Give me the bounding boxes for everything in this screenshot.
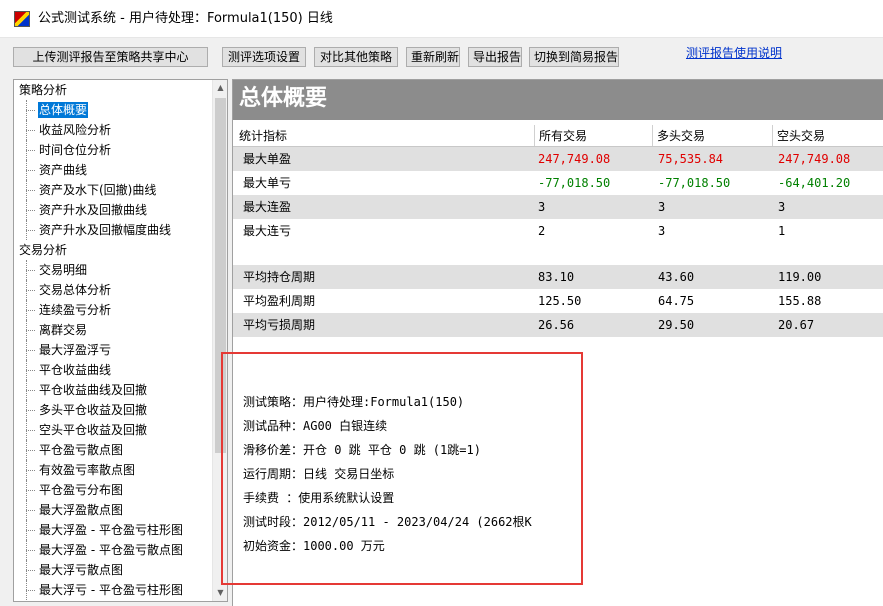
title-bar: 公式测试系统 - 用户待处理：Formula1(150) 日线 xyxy=(0,0,883,38)
panel-header: 总体概要 xyxy=(233,80,883,120)
tree-item-close-pl-curve[interactable]: 平仓收益曲线 xyxy=(14,360,212,380)
cell-value: 125.50 xyxy=(538,294,582,308)
table-row: 最大单盈 247,749.08 75,535.84 247,749.08 xyxy=(233,147,883,171)
header-short-trades[interactable]: 空头交易 xyxy=(773,125,883,146)
row-label: 最大连亏 xyxy=(243,224,292,238)
cell-value: 3 xyxy=(778,200,786,214)
tree-item-max-float-profit-bar[interactable]: 最大浮盈 - 平仓盈亏柱形图 xyxy=(14,520,212,540)
cell-value: -77,018.50 xyxy=(538,176,611,190)
nav-tree-list: 策略分析 总体概要 收益风险分析 时间仓位分析 资产曲线 资产及水下(回撤)曲线… xyxy=(14,80,212,600)
cell-value: -64,401.20 xyxy=(778,176,851,190)
window-title: 公式测试系统 - 用户待处理：Formula1(150) 日线 xyxy=(38,11,333,26)
cell-value: 29.50 xyxy=(658,318,695,332)
tree-item-short-close-pl[interactable]: 空头平仓收益及回撤 xyxy=(14,420,212,440)
table-row: 平均持仓周期 83.10 43.60 119.00 xyxy=(233,265,883,289)
cell-value: 26.56 xyxy=(538,318,575,332)
table-row: 最大连亏 2 3 1 xyxy=(233,219,883,243)
tree-item-long-close-pl[interactable]: 多头平仓收益及回撤 xyxy=(14,400,212,420)
tree-item-outlier-trades[interactable]: 离群交易 xyxy=(14,320,212,340)
tree-group-strategy-analysis[interactable]: 策略分析 xyxy=(14,80,212,100)
tree-item-max-float-profit-pl-scatter[interactable]: 最大浮盈 - 平仓盈亏散点图 xyxy=(14,540,212,560)
cell-value: 155.88 xyxy=(778,294,822,308)
cell-value: 64.75 xyxy=(658,294,695,308)
tree-item-max-float-loss-bar[interactable]: 最大浮亏 - 平仓盈亏柱形图 xyxy=(14,580,212,600)
cell-value: 3 xyxy=(658,224,666,238)
table-row: 平均盈利周期 125.50 64.75 155.88 xyxy=(233,289,883,313)
annotation-highlight-box xyxy=(221,352,583,585)
table-row: 平均亏损周期 26.56 29.50 20.67 xyxy=(233,313,883,337)
tree-item-max-float-loss-scatter[interactable]: 最大浮亏散点图 xyxy=(14,560,212,580)
nav-tree: 策略分析 总体概要 收益风险分析 时间仓位分析 资产曲线 资产及水下(回撤)曲线… xyxy=(13,79,228,602)
tree-item-equity-drawdown-pct[interactable]: 资产升水及回撤幅度曲线 xyxy=(14,220,212,240)
tree-item-consecutive-pl[interactable]: 连续盈亏分析 xyxy=(14,300,212,320)
tree-item-overview[interactable]: 总体概要 xyxy=(14,100,212,120)
tree-item-equity-curve[interactable]: 资产曲线 xyxy=(14,160,212,180)
panel-title: 总体概要 xyxy=(239,86,328,111)
cell-value: 247,749.08 xyxy=(538,152,611,166)
tree-item-close-pl-scatter[interactable]: 平仓盈亏散点图 xyxy=(14,440,212,460)
cell-value: 3 xyxy=(538,200,546,214)
refresh-button[interactable]: 重新刷新 xyxy=(406,47,460,67)
stats-table: 统计指标 所有交易 多头交易 空头交易 最大单盈 247,749.08 75,5… xyxy=(233,125,883,337)
cell-value: 75,535.84 xyxy=(658,152,724,166)
row-label: 最大连盈 xyxy=(243,200,292,214)
tree-item-close-pl-distribution[interactable]: 平仓盈亏分布图 xyxy=(14,480,212,500)
upload-report-button[interactable]: 上传测评报告至策略共享中心 xyxy=(13,47,208,67)
tree-item-trade-detail[interactable]: 交易明细 xyxy=(14,260,212,280)
cell-value: -77,018.50 xyxy=(658,176,731,190)
row-label: 平均盈利周期 xyxy=(243,294,316,308)
table-header: 统计指标 所有交易 多头交易 空头交易 xyxy=(233,125,883,147)
header-all-trades[interactable]: 所有交易 xyxy=(535,125,653,146)
switch-simple-report-button[interactable]: 切换到简易报告 xyxy=(529,47,619,67)
cell-value: 3 xyxy=(658,200,666,214)
tree-item-max-float-profit-scatter[interactable]: 最大浮盈散点图 xyxy=(14,500,212,520)
app-icon xyxy=(14,11,30,27)
table-spacer xyxy=(233,243,883,265)
export-report-button[interactable]: 导出报告 xyxy=(468,47,522,67)
tree-item-trade-overall[interactable]: 交易总体分析 xyxy=(14,280,212,300)
table-row: 最大单亏 -77,018.50 -77,018.50 -64,401.20 xyxy=(233,171,883,195)
cell-value: 247,749.08 xyxy=(778,152,851,166)
cell-value: 1 xyxy=(778,224,786,238)
tree-item-effective-pl-scatter[interactable]: 有效盈亏率散点图 xyxy=(14,460,212,480)
cell-value: 2 xyxy=(538,224,546,238)
tree-item-equity-underwater[interactable]: 资产及水下(回撤)曲线 xyxy=(14,180,212,200)
row-label: 平均亏损周期 xyxy=(243,318,316,332)
tree-item-time-position[interactable]: 时间仓位分析 xyxy=(14,140,212,160)
row-label: 平均持仓周期 xyxy=(243,270,316,284)
cell-value: 83.10 xyxy=(538,270,575,284)
tree-item-return-risk[interactable]: 收益风险分析 xyxy=(14,120,212,140)
tree-group-trade-analysis[interactable]: 交易分析 xyxy=(14,240,212,260)
compare-strategies-button[interactable]: 对比其他策略 xyxy=(314,47,398,67)
cell-value: 43.60 xyxy=(658,270,695,284)
scroll-up-arrow-icon[interactable]: ▲ xyxy=(213,80,227,96)
table-row: 最大连盈 3 3 3 xyxy=(233,195,883,219)
test-options-button[interactable]: 测评选项设置 xyxy=(222,47,306,67)
tree-item-equity-drawdown[interactable]: 资产升水及回撤曲线 xyxy=(14,200,212,220)
cell-value: 20.67 xyxy=(778,318,815,332)
header-metric[interactable]: 统计指标 xyxy=(233,125,535,146)
tree-item-close-pl-drawdown[interactable]: 平仓收益曲线及回撤 xyxy=(14,380,212,400)
row-label: 最大单盈 xyxy=(243,152,292,166)
scroll-down-arrow-icon[interactable]: ▼ xyxy=(213,585,227,601)
report-help-link[interactable]: 测评报告使用说明 xyxy=(686,44,782,61)
row-label: 最大单亏 xyxy=(243,176,292,190)
tree-item-max-float[interactable]: 最大浮盈浮亏 xyxy=(14,340,212,360)
cell-value: 119.00 xyxy=(778,270,822,284)
header-long-trades[interactable]: 多头交易 xyxy=(653,125,773,146)
